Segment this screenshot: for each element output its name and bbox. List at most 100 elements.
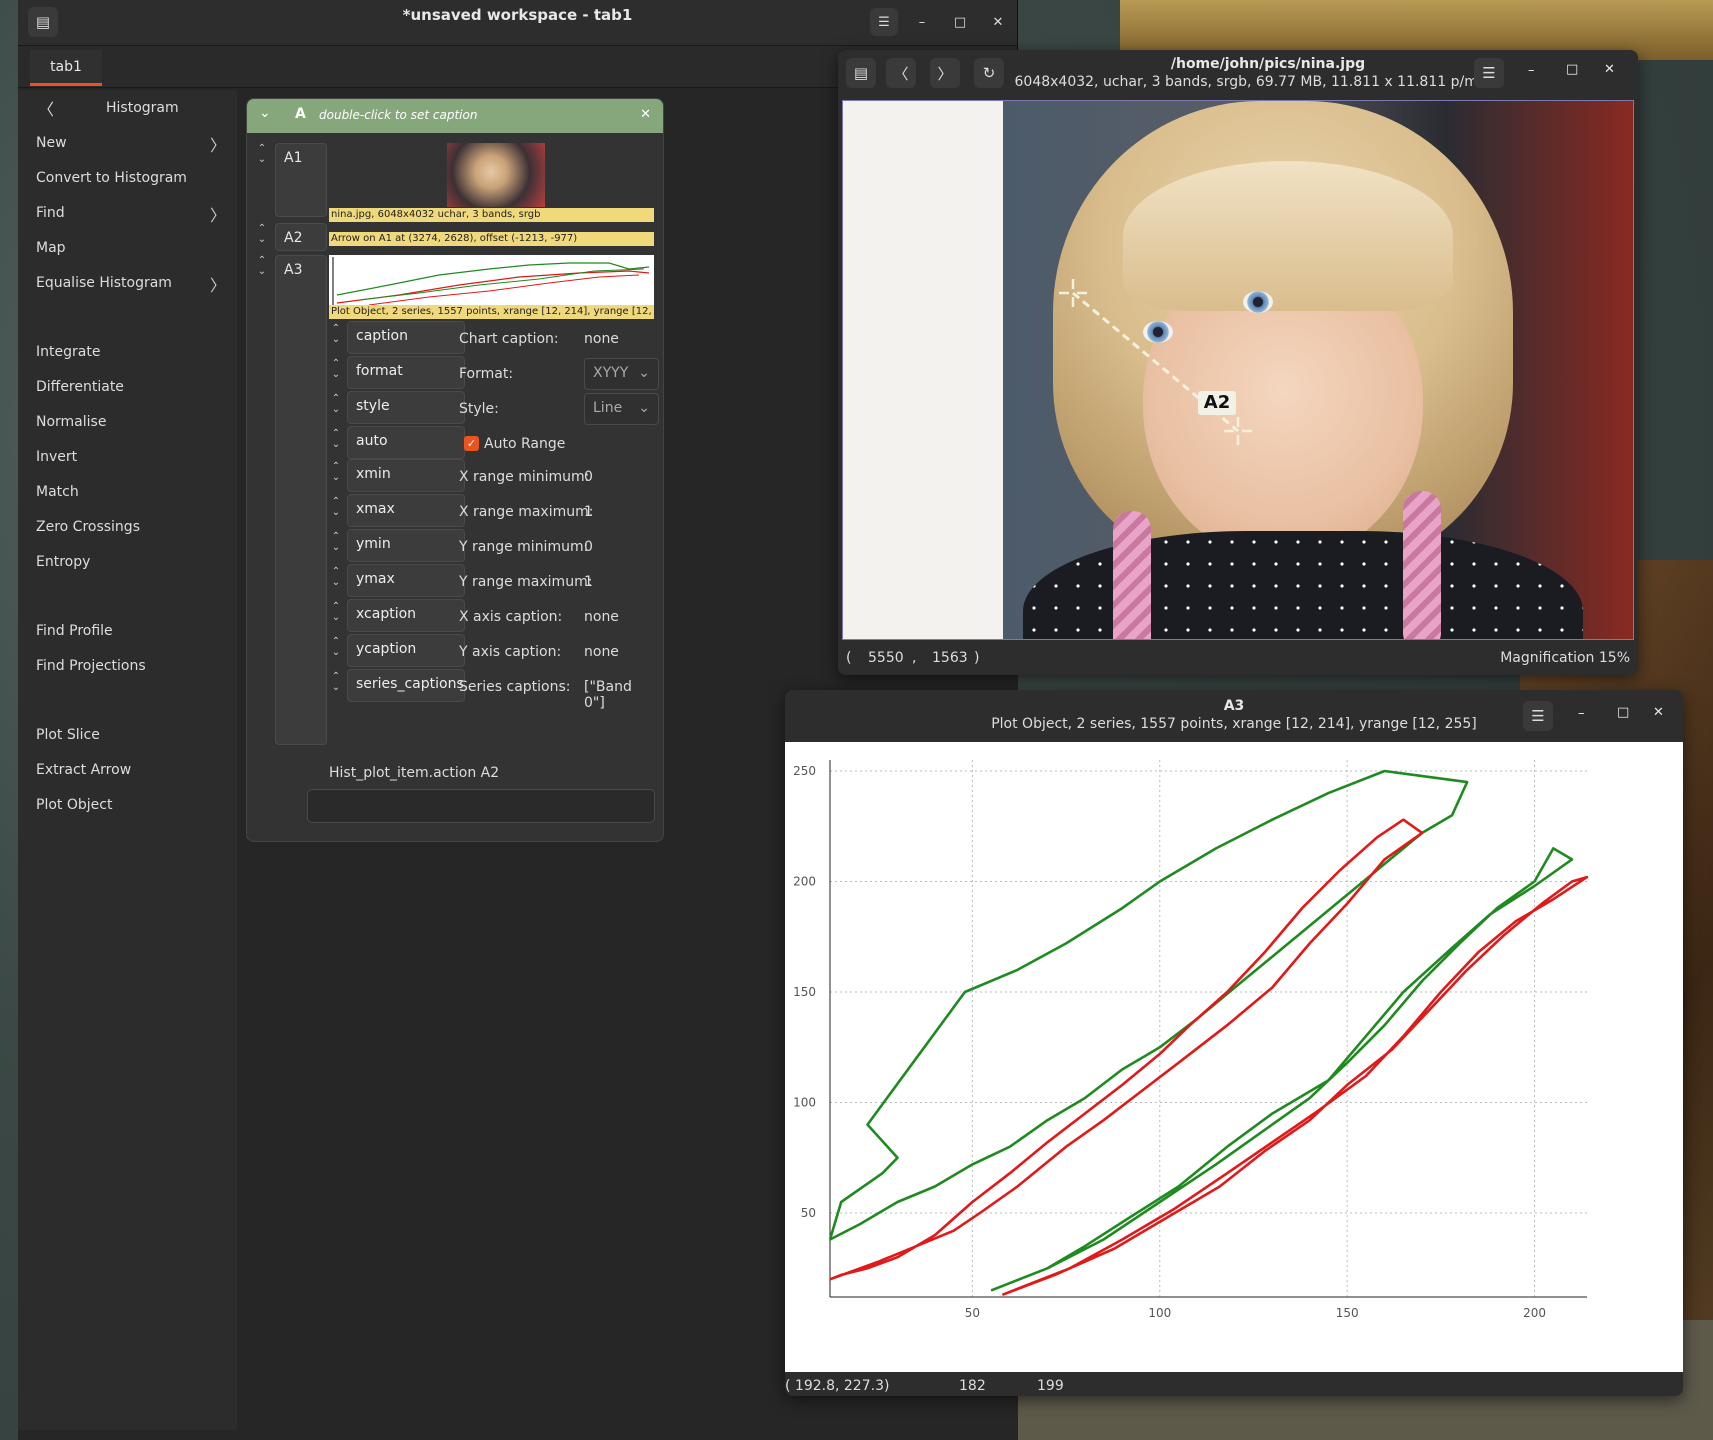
hamburger-menu-icon[interactable]: ☰ [1474, 58, 1504, 88]
sidebar-item-convert-to-histogram[interactable]: Convert to Histogram [36, 170, 187, 186]
prop-format: ⌃ ⌄ format Format: XYYY ⌄ [329, 356, 659, 390]
plot-area[interactable]: 50 100 150 200 50 100 150 200 250 [785, 742, 1683, 1372]
prop-updown-icon[interactable]: ⌃ ⌄ [329, 496, 343, 518]
sidebar-item-new[interactable]: New [36, 135, 67, 151]
sidebar-item-zero-crossings[interactable]: Zero Crossings [36, 519, 140, 535]
maximize-icon[interactable]: □ [1617, 705, 1629, 720]
prop-updown-icon[interactable]: ⌃ ⌄ [329, 636, 343, 658]
minimize-icon[interactable]: – [1528, 63, 1535, 78]
prop-updown-icon[interactable]: ⌃ ⌄ [329, 393, 343, 415]
prop-ycaption-label: Y axis caption: [459, 644, 562, 660]
style-dropdown[interactable]: Line ⌄ [584, 393, 659, 425]
sidebar-item-find[interactable]: Find [36, 205, 65, 221]
chevron-right-icon: 〉 [210, 206, 227, 225]
sidebar-item-find-profile[interactable]: Find Profile [36, 623, 113, 639]
sidebar-item-plot-slice[interactable]: Plot Slice [36, 727, 100, 743]
sidebar-item-entropy[interactable]: Entropy [36, 554, 90, 570]
sidebar-item-differentiate[interactable]: Differentiate [36, 379, 124, 395]
prop-xmin-value[interactable]: 0 [584, 469, 593, 485]
hamburger-menu-icon[interactable]: ☰ [1523, 701, 1553, 731]
maximize-icon[interactable]: □ [946, 8, 974, 36]
prop-xmax: ⌃ ⌄ xmax X range maximum: 1 [329, 494, 654, 528]
sidebar-item-match[interactable]: Match [36, 484, 79, 500]
sidebar-header: Histogram [106, 100, 179, 116]
sidebar-item-equalise-histogram[interactable]: Equalise Histogram [36, 275, 172, 291]
prop-ycaption: ⌃ ⌄ ycaption Y axis caption: none [329, 634, 654, 668]
sidebar-item-invert[interactable]: Invert [36, 449, 77, 465]
prop-ymax-button[interactable]: ymax [347, 564, 465, 597]
minimize-icon[interactable]: – [908, 8, 936, 36]
prop-updown-icon[interactable]: ⌃ ⌄ [329, 358, 343, 380]
prop-ycaption-value[interactable]: none [584, 644, 619, 660]
prop-ymax-value[interactable]: 1 [584, 574, 593, 590]
image-statusbar: ( 5550 , 1563 ) Magnification 15% [838, 646, 1638, 674]
close-column-icon[interactable]: ✕ [640, 107, 651, 122]
prop-xcaption-value[interactable]: none [584, 609, 619, 625]
prop-series-captions-button[interactable]: series_captions [347, 669, 465, 702]
prop-format-label: Format: [459, 366, 514, 382]
prop-ymin-value[interactable]: 0 [584, 539, 593, 555]
prop-auto-button[interactable]: auto [347, 426, 465, 459]
prop-caption: ⌃ ⌄ caption Chart caption: none [329, 321, 654, 355]
prop-ymin-button[interactable]: ymin [347, 529, 465, 562]
plot-svg: 50 100 150 200 50 100 150 200 250 [793, 760, 1589, 1320]
prop-caption-value[interactable]: none [584, 331, 619, 347]
prop-updown-icon[interactable]: ⌃ ⌄ [329, 428, 343, 450]
a1-thumbnail[interactable] [447, 143, 545, 207]
command-input[interactable] [307, 789, 655, 823]
row-updown-icon[interactable]: ⌃ ⌄ [255, 143, 269, 165]
prop-updown-icon[interactable]: ⌃ ⌄ [329, 566, 343, 588]
prop-ymin: ⌃ ⌄ ymin Y range minimum: 0 [329, 529, 654, 563]
prop-ycaption-button[interactable]: ycaption [347, 634, 465, 667]
prop-series-captions-label: Series captions: [459, 679, 571, 695]
prop-xmax-button[interactable]: xmax [347, 494, 465, 527]
maximize-icon[interactable]: □ [1566, 62, 1578, 77]
prop-style-button[interactable]: style [347, 391, 465, 424]
close-icon[interactable]: ✕ [984, 8, 1012, 36]
hamburger-menu-icon[interactable]: ☰ [870, 8, 898, 36]
row-updown-icon[interactable]: ⌃ ⌄ [255, 223, 269, 245]
row-a2-tab[interactable]: A2 [275, 223, 327, 251]
sidebar-item-normalise[interactable]: Normalise [36, 414, 106, 430]
prop-updown-icon[interactable]: ⌃ ⌄ [329, 323, 343, 345]
prop-format-button[interactable]: format [347, 356, 465, 389]
prop-xcaption-button[interactable]: xcaption [347, 599, 465, 632]
prop-caption-button[interactable]: caption [347, 321, 465, 354]
prop-updown-icon[interactable]: ⌃ ⌄ [329, 531, 343, 553]
row-a1-tab[interactable]: A1 [275, 143, 327, 217]
prop-updown-icon[interactable]: ⌃ ⌄ [329, 461, 343, 483]
image-view[interactable]: A2 [842, 100, 1634, 640]
next-image-icon[interactable]: 〉 [930, 58, 960, 88]
sidebar-item-plot-object[interactable]: Plot Object [36, 797, 112, 813]
reload-icon[interactable]: ↻ [974, 58, 1004, 88]
back-chevron-icon[interactable]: 〈 [38, 96, 54, 120]
prop-series-captions-value[interactable]: ["Band 0"] [584, 679, 654, 711]
plot-status-value-1: 182 [959, 1378, 986, 1394]
y-tick-label: 50 [801, 1206, 816, 1220]
chevron-down-icon[interactable]: ⌄ [259, 105, 271, 121]
arrow-overlay[interactable] [843, 101, 1634, 640]
row-a3-tab[interactable]: A3 [275, 255, 327, 745]
sidebar-item-map[interactable]: Map [36, 240, 66, 256]
close-icon[interactable]: ✕ [1653, 705, 1664, 720]
column-header[interactable]: ⌄ A double-click to set caption ✕ [247, 99, 663, 133]
prop-xmin: ⌃ ⌄ xmin X range minimum: 0 [329, 459, 654, 493]
prop-xmin-button[interactable]: xmin [347, 459, 465, 492]
sidebar-item-find-projections[interactable]: Find Projections [36, 658, 146, 674]
prev-image-icon[interactable]: 〈 [886, 58, 916, 88]
image-menu-icon[interactable]: ▤ [846, 58, 876, 88]
arrow-label-a2[interactable]: A2 [1198, 391, 1236, 415]
row-updown-icon[interactable]: ⌃ ⌄ [255, 255, 269, 277]
close-icon[interactable]: ✕ [1604, 62, 1615, 77]
minimize-icon[interactable]: – [1578, 706, 1585, 721]
prop-style: ⌃ ⌄ style Style: Line ⌄ [329, 391, 659, 425]
format-dropdown[interactable]: XYYY ⌄ [584, 358, 659, 390]
column-caption[interactable]: double-click to set caption [319, 108, 477, 122]
prop-updown-icon[interactable]: ⌃ ⌄ [329, 601, 343, 623]
sidebar-item-integrate[interactable]: Integrate [36, 344, 100, 360]
prop-updown-icon[interactable]: ⌃ ⌄ [329, 671, 343, 693]
tab-tab1[interactable]: tab1 [30, 50, 102, 86]
auto-range-checkbox[interactable]: ✓ [464, 436, 479, 451]
sidebar-item-extract-arrow[interactable]: Extract Arrow [36, 762, 131, 778]
prop-xmax-value[interactable]: 1 [584, 504, 593, 520]
